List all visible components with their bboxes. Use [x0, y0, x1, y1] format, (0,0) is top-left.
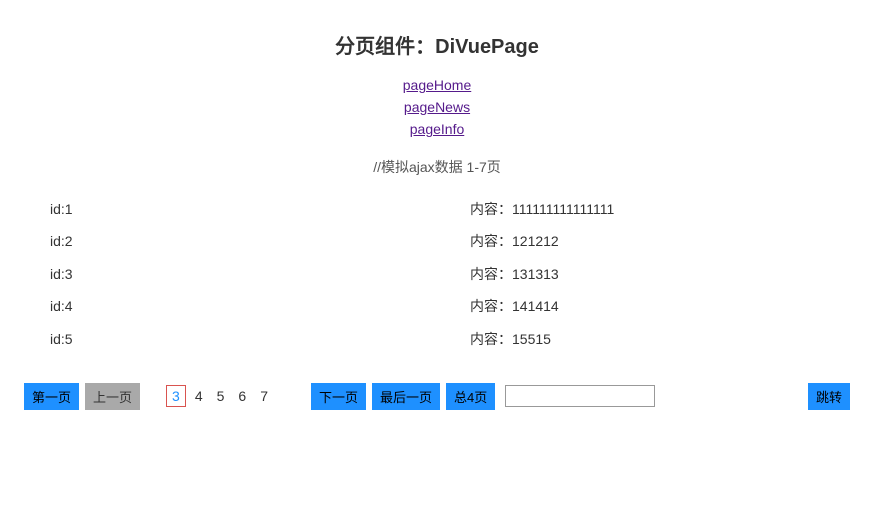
- row-id: id:3: [50, 263, 250, 285]
- page-number[interactable]: 6: [233, 386, 251, 406]
- row-content: 内容：141414: [250, 295, 824, 317]
- first-page-button[interactable]: 第一页: [24, 383, 79, 410]
- row-id: id:1: [50, 198, 250, 220]
- page-number[interactable]: 7: [255, 386, 273, 406]
- page-number-current[interactable]: 3: [166, 385, 186, 407]
- page-number[interactable]: 4: [190, 386, 208, 406]
- total-pages-label: 总4页: [446, 383, 495, 410]
- nav-link-pagehome[interactable]: pageHome: [20, 77, 854, 93]
- jump-button[interactable]: 跳转: [808, 383, 850, 410]
- mock-data-note: //模拟ajax数据 1-7页: [20, 157, 854, 177]
- next-page-button[interactable]: 下一页: [311, 383, 366, 410]
- last-page-button[interactable]: 最后一页: [372, 383, 440, 410]
- row-content: 内容：121212: [250, 230, 824, 252]
- nav-links: pageHome pageNews pageInfo: [20, 77, 854, 137]
- table-row: id:3 内容：131313: [50, 258, 824, 290]
- nav-link-pagenews[interactable]: pageNews: [20, 99, 854, 115]
- row-id: id:4: [50, 295, 250, 317]
- table-row: id:2 内容：121212: [50, 225, 824, 257]
- row-id: id:5: [50, 328, 250, 350]
- row-content: 内容：15515: [250, 328, 824, 350]
- row-content: 内容：131313: [250, 263, 824, 285]
- prev-page-button[interactable]: 上一页: [85, 383, 140, 410]
- row-content: 内容：111111111111111: [250, 198, 824, 220]
- page-title: 分页组件：DiVuePage: [20, 30, 854, 59]
- row-id: id:2: [50, 230, 250, 252]
- nav-link-pageinfo[interactable]: pageInfo: [20, 121, 854, 137]
- table-row: id:1 内容：111111111111111: [50, 193, 824, 225]
- pagination: 第一页 上一页 3 4 5 6 7 下一页 最后一页 总4页 跳转: [20, 383, 854, 410]
- page-number[interactable]: 5: [212, 386, 230, 406]
- table-row: id:4 内容：141414: [50, 290, 824, 322]
- jump-page-input[interactable]: [505, 385, 655, 407]
- table-row: id:5 内容：15515: [50, 323, 824, 355]
- data-list: id:1 内容：111111111111111 id:2 内容：121212 i…: [20, 193, 854, 355]
- page-numbers: 3 4 5 6 7: [166, 385, 273, 407]
